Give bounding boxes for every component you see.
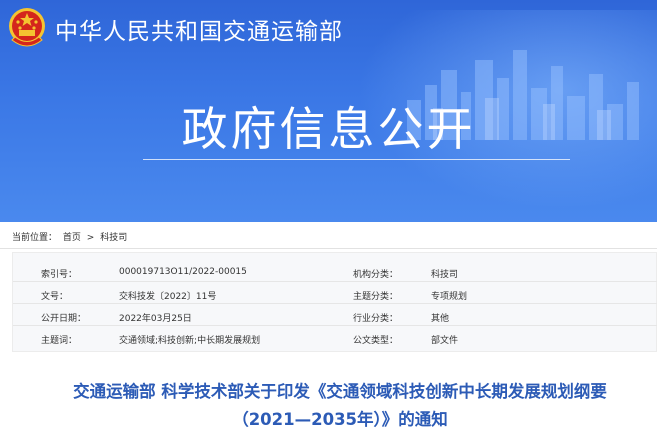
keywords-value: 交通领域;科技创新;中长期发展规划: [119, 336, 261, 346]
industry-category-label: 行业分类：: [353, 314, 399, 324]
index-number-value: 000019713O11/2022-00015: [119, 267, 247, 277]
info-row: 文号： 交科技发〔2022〕11号 主题分类： 专项规划: [13, 285, 657, 304]
publish-date-value: 2022年03月25日: [119, 314, 192, 324]
national-emblem-icon: [9, 8, 45, 47]
row-divider: [13, 325, 657, 326]
info-row: 索引号： 000019713O11/2022-00015 机构分类： 科技司: [13, 263, 657, 282]
document-title-line-1: 交通运输部 科学技术部关于印发《交通领域科技创新中长期发展规划纲要: [73, 382, 607, 401]
agency-category-value: 科技司: [431, 270, 459, 280]
publish-date-label: 公开日期：: [41, 314, 87, 324]
header-banner: 中华人民共和国交通运输部 政府信息公开: [0, 0, 657, 222]
breadcrumb-separator: >: [86, 233, 95, 243]
breadcrumb: 当前位置： 首页 > 科技司: [12, 230, 130, 243]
document-title: 交通运输部 科学技术部关于印发《交通领域科技创新中长期发展规划纲要 （2021—…: [0, 378, 657, 434]
info-row: 公开日期： 2022年03月25日 行业分类： 其他: [13, 307, 657, 326]
divider: [0, 248, 657, 249]
row-divider: [13, 303, 657, 304]
agency-category-label: 机构分类：: [353, 270, 399, 280]
site-title[interactable]: 中华人民共和国交通运输部: [55, 12, 343, 46]
info-row: 主题词： 交通领域;科技创新;中长期发展规划 公文类型： 部文件: [13, 329, 657, 348]
document-number-value: 交科技发〔2022〕11号: [119, 292, 217, 302]
breadcrumb-label: 当前位置：: [12, 233, 58, 243]
banner-title: 政府信息公开: [181, 102, 476, 156]
topic-category-label: 主题分类：: [353, 292, 399, 302]
document-type-label: 公文类型：: [353, 336, 399, 346]
breadcrumb-home-link[interactable]: 首页: [63, 233, 81, 243]
document-info-table: 索引号： 000019713O11/2022-00015 机构分类： 科技司 文…: [12, 252, 657, 352]
document-number-label: 文号：: [41, 292, 69, 302]
index-number-label: 索引号：: [41, 270, 78, 280]
document-title-line-2: （2021—2035年）》的通知: [232, 410, 448, 429]
breadcrumb-current-link[interactable]: 科技司: [100, 233, 127, 243]
banner-underline: [143, 159, 570, 160]
topic-category-value: 专项规划: [431, 292, 468, 302]
row-divider: [13, 281, 657, 282]
keywords-label: 主题词：: [41, 336, 78, 346]
document-type-value: 部文件: [431, 336, 459, 346]
industry-category-value: 其他: [431, 314, 450, 324]
